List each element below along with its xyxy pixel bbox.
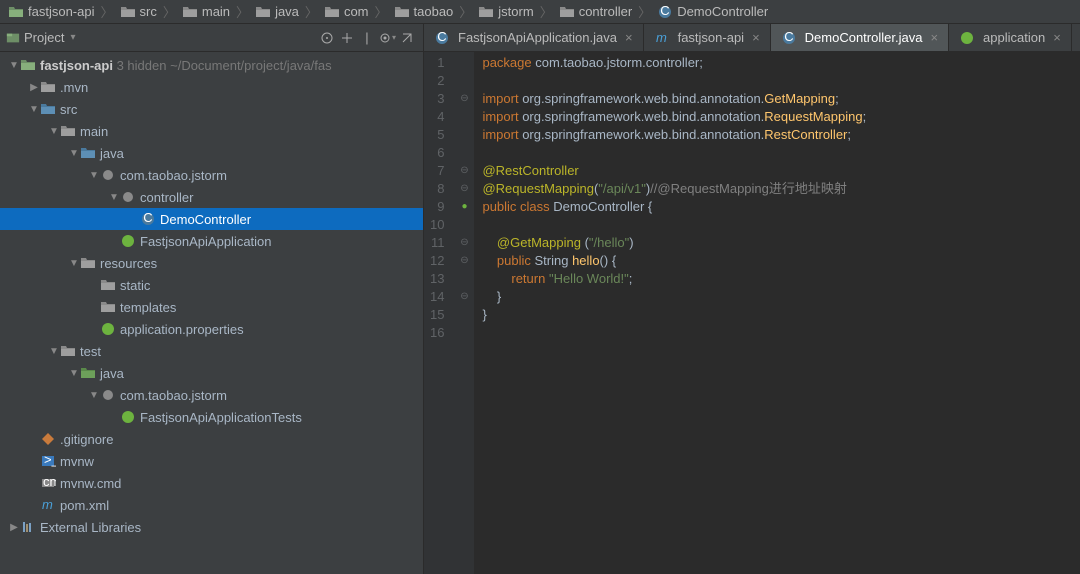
code-content[interactable]: package com.taobao.jstorm.controller; im… [474,52,874,574]
svg-text:C: C [143,212,152,225]
svg-text:cmd: cmd [43,476,56,489]
editor-pane: CFastjsonApiApplication.java×mfastjson-a… [424,24,1080,574]
gear-icon[interactable]: ▾ [377,28,397,48]
breadcrumb-item[interactable]: taobao [390,4,458,19]
editor-tab[interactable]: CFastjsonApiApplication.java× [424,24,644,51]
svg-text:>_: >_ [44,454,56,467]
tree-node[interactable]: ▼com.taobao.jstorm [0,164,423,186]
breadcrumb-separator: 〉 [234,2,251,21]
tree-node[interactable]: ▼com.taobao.jstorm [0,384,423,406]
editor-tabs: CFastjsonApiApplication.java×mfastjson-a… [424,24,1080,52]
tree-node[interactable]: ▼resources [0,252,423,274]
breadcrumb-item[interactable]: java [251,4,303,19]
svg-text:m: m [42,498,53,512]
tree-node[interactable]: cmdmvnw.cmd [0,472,423,494]
svg-text:C: C [660,5,669,18]
project-sidebar: Project ▾ | ▾ ▼fastjson-api 3 hidden ~/D… [0,24,424,574]
tree-node[interactable]: static [0,274,423,296]
hide-icon[interactable] [397,28,417,48]
tree-node[interactable]: .gitignore [0,428,423,450]
gutter-icons: ⊖⊖⊖●⊖⊖⊖ [454,52,474,574]
close-icon[interactable]: × [752,30,760,45]
breadcrumb-bar: fastjson-api〉src〉main〉java〉com〉taobao〉js… [0,0,1080,24]
editor-tab[interactable]: mfastjson-api× [644,24,771,51]
project-panel-header: Project ▾ | ▾ [0,24,423,52]
target-icon[interactable] [317,28,337,48]
tree-node[interactable]: mpom.xml [0,494,423,516]
line-gutter: 12345678910111213141516 [424,52,454,574]
tree-node[interactable]: application.properties [0,318,423,340]
breadcrumb-item[interactable]: jstorm [474,4,537,19]
breadcrumb-separator: 〉 [98,2,115,21]
breadcrumb-item[interactable]: com [320,4,373,19]
tree-node[interactable]: templates [0,296,423,318]
tree-node[interactable]: ▶.mvn [0,76,423,98]
breadcrumb-item[interactable]: controller [555,4,636,19]
tree-node[interactable]: FastjsonApiApplication [0,230,423,252]
breadcrumb-item[interactable]: CDemoController [653,4,772,19]
project-panel-title[interactable]: Project ▾ [6,30,317,45]
project-tree: ▼fastjson-api 3 hidden ~/Document/projec… [0,52,423,574]
breadcrumb-separator: 〉 [303,2,320,21]
breadcrumb-separator: 〉 [373,2,390,21]
tree-node[interactable]: ▶External Libraries [0,516,423,538]
tree-node[interactable]: ▼src [0,98,423,120]
breadcrumb-item[interactable]: main [178,4,234,19]
breadcrumb-separator: 〉 [457,2,474,21]
tree-node[interactable]: ▼controller [0,186,423,208]
breadcrumb-separator: 〉 [538,2,555,21]
chevron-down-icon: ▾ [70,32,75,43]
tree-node[interactable]: ▼java [0,362,423,384]
tree-node[interactable]: ▼java [0,142,423,164]
svg-text:m: m [656,31,667,45]
tree-node[interactable]: >_mvnw [0,450,423,472]
close-icon[interactable]: × [1053,30,1061,45]
tree-node[interactable]: ▼main [0,120,423,142]
editor-tab[interactable]: CDemoController.java× [771,24,949,51]
svg-text:C: C [437,31,446,44]
tree-node[interactable]: FastjsonApiApplicationTests [0,406,423,428]
breadcrumb-separator: 〉 [161,2,178,21]
tree-node[interactable]: ▼fastjson-api 3 hidden ~/Document/projec… [0,54,423,76]
svg-text:C: C [784,31,793,44]
editor-tab[interactable]: application× [949,24,1072,51]
tree-node[interactable]: ▼test [0,340,423,362]
close-icon[interactable]: × [930,30,938,45]
breadcrumb-item[interactable]: fastjson-api [4,4,98,19]
tree-node[interactable]: CDemoController [0,208,423,230]
breadcrumb-item[interactable]: src [116,4,161,19]
code-editor[interactable]: 12345678910111213141516 ⊖⊖⊖●⊖⊖⊖ package … [424,52,1080,574]
close-icon[interactable]: × [625,30,633,45]
breadcrumb-separator: 〉 [636,2,653,21]
collapse-icon[interactable] [337,28,357,48]
